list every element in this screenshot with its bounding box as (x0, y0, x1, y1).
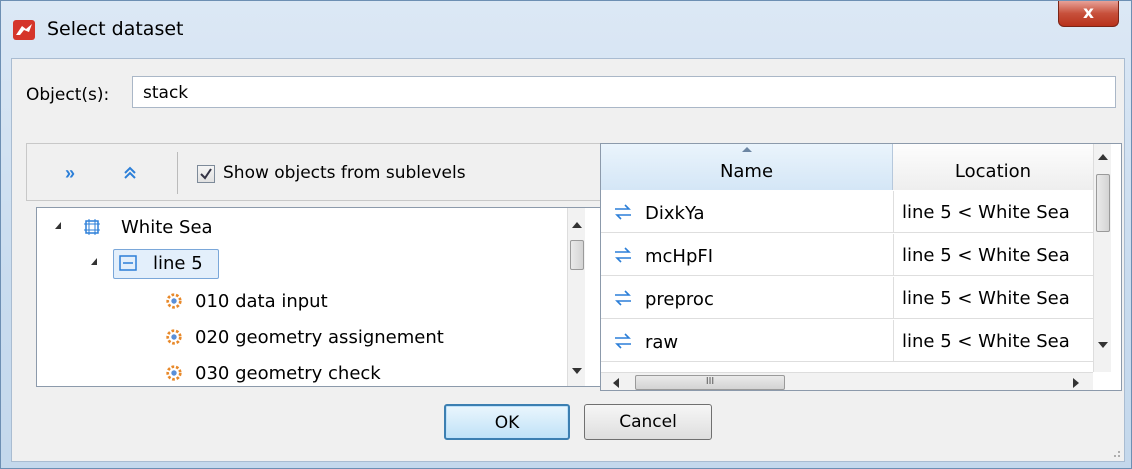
close-button[interactable]: x (1058, 1, 1119, 27)
scroll-up-arrow-icon[interactable] (1098, 154, 1108, 160)
tree-node-step[interactable]: 020 geometry assignement (37, 322, 577, 356)
object-tree: White Sea line 5 010 data input 020 geom… (36, 207, 602, 387)
dataset-table: Name Location DixkYa line 5 < White Sea … (600, 143, 1122, 391)
title-bar[interactable]: Select dataset x (1, 1, 1132, 58)
show-sublevels-checkbox[interactable] (197, 165, 215, 183)
cancel-button[interactable]: Cancel (584, 404, 712, 440)
ok-button[interactable]: OK (444, 404, 570, 440)
row-name: preproc (645, 289, 714, 310)
window-title: Select dataset (47, 18, 184, 40)
row-location: line 5 < White Sea (893, 234, 1093, 276)
table-row[interactable]: mcHpFI line 5 < White Sea (601, 234, 1093, 276)
scroll-up-arrow-icon[interactable] (572, 222, 582, 228)
table-scroll-thumb[interactable] (1096, 174, 1110, 232)
area-node-icon (84, 219, 100, 235)
expand-all-button[interactable]: » (57, 160, 83, 186)
tree-label-white-sea: White Sea (121, 217, 213, 238)
gear-icon (166, 329, 182, 345)
tree-node-line-5[interactable]: line 5 (37, 248, 577, 282)
resize-grip-icon[interactable] (1111, 448, 1121, 458)
gear-icon (166, 365, 182, 381)
tree-label-step: 010 data input (195, 291, 328, 312)
table-hscroll-thumb[interactable]: III (635, 375, 785, 390)
checkmark-icon (200, 168, 212, 180)
tree-vertical-scrollbar[interactable] (567, 208, 585, 386)
toolbar-divider (177, 152, 178, 194)
tree-label-line-5: line 5 (153, 253, 203, 274)
tree-label-step: 030 geometry check (195, 363, 381, 384)
double-chevron-up-icon (124, 166, 136, 179)
gear-icon (166, 293, 182, 309)
objects-label: Object(s): (26, 85, 110, 105)
scroll-down-arrow-icon[interactable] (1098, 342, 1108, 348)
row-name: mcHpFI (645, 246, 714, 267)
dataset-icon (615, 247, 631, 263)
table-row[interactable]: DixkYa line 5 < White Sea (601, 191, 1093, 233)
column-header-name[interactable]: Name (601, 144, 893, 190)
double-chevron-right-icon: » (64, 163, 75, 183)
expanded-arrow-icon (55, 222, 61, 229)
collapse-all-button[interactable] (117, 160, 143, 186)
objects-input[interactable]: stack (132, 76, 1116, 108)
tree-node-step[interactable]: 010 data input (37, 286, 577, 320)
tree-scroll-thumb[interactable] (570, 240, 584, 270)
row-name: DixkYa (645, 203, 705, 224)
row-location: line 5 < White Sea (893, 277, 1093, 319)
tree-node-white-sea[interactable]: White Sea (37, 212, 577, 246)
column-header-location[interactable]: Location (893, 144, 1093, 190)
dataset-icon (615, 204, 631, 220)
app-logo-icon (13, 20, 35, 40)
dialog-body: Object(s): stack » Show objects from sub… (11, 58, 1125, 462)
close-icon: x (1083, 3, 1094, 23)
column-header-label: Location (954, 161, 1032, 182)
scroll-left-arrow-icon[interactable] (613, 378, 619, 388)
scroll-down-arrow-icon[interactable] (572, 368, 582, 374)
row-location: line 5 < White Sea (893, 320, 1093, 362)
dataset-icon (615, 290, 631, 306)
row-name: raw (645, 332, 679, 353)
show-sublevels-label[interactable]: Show objects from sublevels (223, 163, 466, 183)
table-vertical-scrollbar[interactable] (1093, 144, 1111, 372)
row-location: line 5 < White Sea (893, 191, 1093, 233)
select-dataset-dialog: Select dataset x Object(s): stack » Show… (0, 0, 1132, 469)
dataset-icon (615, 333, 631, 349)
table-horizontal-scrollbar[interactable]: III (601, 372, 1093, 390)
tree-label-step: 020 geometry assignement (195, 327, 444, 348)
table-row[interactable]: preproc line 5 < White Sea (601, 277, 1093, 319)
table-row[interactable]: raw line 5 < White Sea (601, 320, 1093, 362)
tree-node-step[interactable]: 030 geometry check (37, 358, 577, 386)
expanded-arrow-icon (91, 258, 97, 265)
tree-toolbar: » Show objects from sublevels (26, 143, 601, 201)
scroll-right-arrow-icon[interactable] (1073, 378, 1079, 388)
column-header-label: Name (719, 161, 774, 182)
line-node-icon (119, 255, 137, 271)
sort-ascending-icon (742, 147, 752, 152)
